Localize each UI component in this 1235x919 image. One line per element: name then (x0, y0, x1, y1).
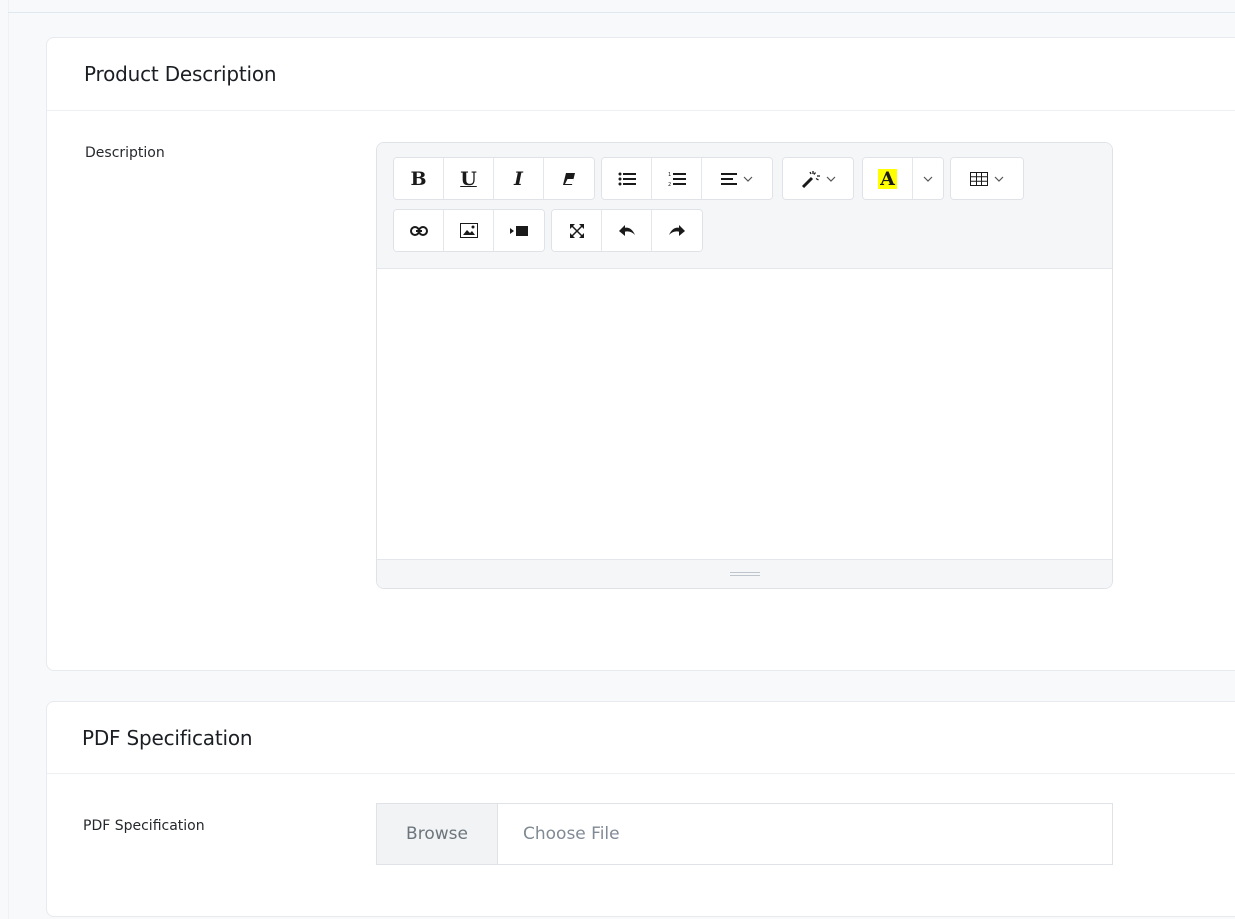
chevron-down-icon (826, 176, 835, 182)
chevron-down-icon (994, 176, 1004, 182)
color-dropdown-button[interactable] (913, 158, 943, 199)
style-group (782, 157, 854, 200)
color-group: A (862, 157, 944, 200)
highlight-color-icon: A (878, 167, 897, 190)
editor-content-area[interactable] (377, 269, 1112, 559)
underline-icon: U (460, 167, 477, 190)
view-history-group (551, 209, 703, 252)
pdf-file-input[interactable]: Browse Choose File (376, 803, 1113, 865)
undo-icon (618, 224, 635, 236)
svg-text:1: 1 (668, 172, 671, 178)
chevron-down-icon (743, 176, 753, 182)
rich-text-editor: B U I 1 2 A (376, 142, 1113, 589)
table-dropdown-button[interactable] (951, 158, 1023, 199)
magic-wand-icon (801, 170, 820, 188)
link-icon (409, 225, 428, 236)
redo-button[interactable] (652, 210, 702, 251)
file-name-placeholder[interactable]: Choose File (498, 804, 620, 864)
text-highlight-button[interactable]: A (863, 158, 913, 199)
italic-icon: I (514, 167, 523, 190)
insert-link-button[interactable] (394, 210, 444, 251)
bold-button[interactable]: B (394, 158, 444, 199)
style-dropdown-button[interactable] (783, 158, 853, 199)
align-icon (721, 172, 737, 185)
product-description-title: Product Description (84, 62, 277, 86)
table-icon (970, 171, 988, 186)
pdf-specification-card: PDF Specification PDF Specification Brow… (46, 701, 1235, 917)
eraser-icon (563, 172, 575, 185)
pdf-specification-header: PDF Specification (47, 702, 1235, 774)
fullscreen-button[interactable] (552, 210, 602, 251)
pdf-specification-label: PDF Specification (83, 818, 205, 834)
browse-button[interactable]: Browse (377, 804, 498, 864)
table-group (950, 157, 1024, 200)
video-icon (510, 225, 528, 236)
editor-resize-bar[interactable] (377, 559, 1112, 588)
fullscreen-icon (569, 223, 584, 238)
font-style-group: B U I (393, 157, 595, 200)
description-label: Description (85, 145, 165, 161)
italic-button[interactable]: I (494, 158, 544, 199)
insert-group (393, 209, 545, 252)
numbered-list-icon: 1 2 (668, 172, 686, 187)
page-top-border (8, 12, 1235, 13)
product-description-card: Product Description Description B U I 1 … (46, 37, 1235, 671)
redo-icon (669, 224, 685, 236)
page-left-border (8, 0, 9, 919)
unordered-list-button[interactable] (602, 158, 652, 199)
editor-toolbar: B U I 1 2 A (377, 143, 1112, 269)
svg-text:2: 2 (668, 182, 671, 187)
align-dropdown-button[interactable] (702, 158, 772, 199)
paragraph-group: 1 2 (601, 157, 773, 200)
insert-image-button[interactable] (444, 210, 494, 251)
product-description-header: Product Description (47, 38, 1235, 111)
underline-button[interactable]: U (444, 158, 494, 199)
bullet-list-icon (618, 172, 636, 185)
chevron-down-icon (923, 176, 933, 182)
resize-grip-icon[interactable] (729, 572, 760, 576)
undo-button[interactable] (602, 210, 652, 251)
bold-icon: B (410, 167, 427, 190)
image-icon (459, 223, 478, 238)
ordered-list-button[interactable]: 1 2 (652, 158, 702, 199)
pdf-specification-title: PDF Specification (82, 725, 253, 750)
clear-format-button[interactable] (544, 158, 594, 199)
insert-video-button[interactable] (494, 210, 544, 251)
